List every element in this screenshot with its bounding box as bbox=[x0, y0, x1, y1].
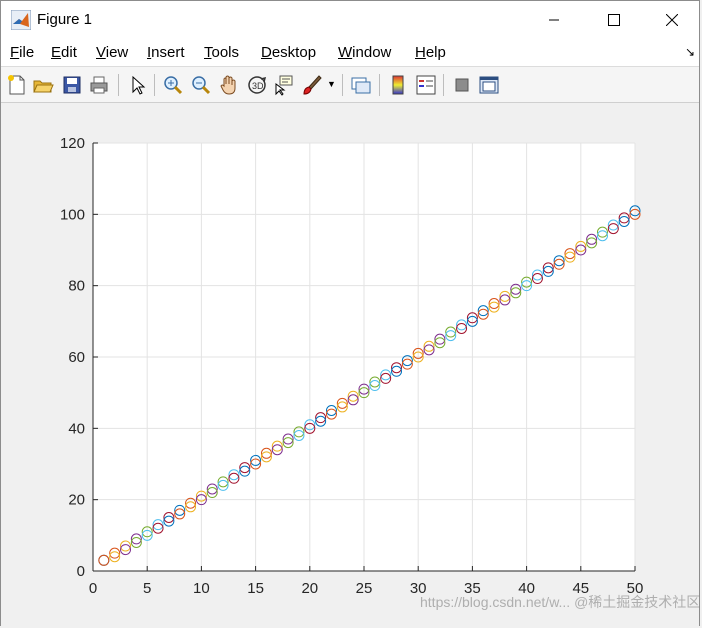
menu-edit[interactable]: Edit bbox=[51, 44, 77, 61]
hide-plot-tools-icon[interactable] bbox=[451, 74, 473, 96]
window-title: Figure 1 bbox=[37, 11, 93, 28]
y-tick-label: 100 bbox=[60, 206, 85, 223]
dock-arrow-icon[interactable]: ↘ bbox=[685, 45, 695, 59]
zoom-in-icon[interactable] bbox=[162, 74, 184, 96]
x-tick-label: 0 bbox=[89, 580, 97, 597]
menu-file[interactable]: File bbox=[10, 44, 34, 61]
menu-tools[interactable]: Tools bbox=[204, 44, 239, 61]
edit-plot-pointer-icon[interactable] bbox=[127, 74, 149, 96]
pan-hand-icon[interactable] bbox=[218, 74, 240, 96]
figure-toolbar: 3D ▼ bbox=[1, 67, 699, 103]
figure-canvas-area: 0 5 10 15 20 25 30 35 40 45 50 0 20 40 60 80 100 120 bbox=[1, 103, 699, 627]
show-plot-tools-icon[interactable] bbox=[478, 74, 500, 96]
link-plot-icon[interactable] bbox=[350, 74, 372, 96]
y-tick-label: 0 bbox=[77, 563, 85, 580]
menu-help[interactable]: Help bbox=[415, 44, 446, 61]
toolbar-separator bbox=[342, 74, 343, 96]
menu-insert[interactable]: Insert bbox=[147, 44, 185, 61]
minimize-icon bbox=[549, 19, 559, 21]
watermark-text: https://blog.csdn.net/w... @稀土掘金技术社区 bbox=[420, 594, 701, 610]
print-icon[interactable] bbox=[88, 74, 110, 96]
toolbar-separator bbox=[379, 74, 380, 96]
menu-bar: File Edit View Insert Tools Desktop Wind… bbox=[1, 39, 699, 67]
y-tick-label: 40 bbox=[68, 420, 85, 437]
minimize-button[interactable] bbox=[531, 1, 577, 39]
x-tick-label: 25 bbox=[356, 580, 373, 597]
maximize-icon bbox=[608, 14, 620, 26]
x-tick-label: 10 bbox=[193, 580, 210, 597]
toolbar-separator bbox=[443, 74, 444, 96]
toolbar-separator bbox=[118, 74, 119, 96]
y-tick-label: 60 bbox=[68, 349, 85, 366]
svg-text:3D: 3D bbox=[252, 81, 264, 91]
brush-icon[interactable] bbox=[301, 74, 323, 96]
maximize-button[interactable] bbox=[591, 1, 637, 39]
close-button[interactable] bbox=[649, 1, 695, 39]
toolbar-separator bbox=[154, 74, 155, 96]
y-tick-label: 80 bbox=[68, 278, 85, 295]
x-tick-label: 15 bbox=[247, 580, 264, 597]
menu-window[interactable]: Window bbox=[338, 44, 391, 61]
open-file-icon[interactable] bbox=[32, 74, 54, 96]
save-icon[interactable] bbox=[61, 74, 83, 96]
menu-view[interactable]: View bbox=[96, 44, 128, 61]
title-bar[interactable]: Figure 1 bbox=[1, 1, 699, 39]
y-tick-label: 20 bbox=[68, 492, 85, 509]
data-cursor-icon[interactable] bbox=[273, 74, 295, 96]
x-tick-label: 20 bbox=[301, 580, 318, 597]
matlab-logo-icon bbox=[11, 10, 31, 30]
zoom-out-icon[interactable] bbox=[190, 74, 212, 96]
rotate-3d-icon[interactable]: 3D bbox=[246, 74, 268, 96]
brush-dropdown-icon[interactable]: ▼ bbox=[327, 79, 336, 89]
colorbar-icon[interactable] bbox=[387, 74, 409, 96]
scatter-chart[interactable]: 0 5 10 15 20 25 30 35 40 45 50020406080100120 bbox=[1, 103, 701, 627]
new-figure-icon[interactable] bbox=[6, 74, 28, 96]
y-tick-label: 120 bbox=[60, 135, 85, 152]
x-tick-label: 5 bbox=[143, 580, 151, 597]
legend-icon[interactable] bbox=[415, 74, 437, 96]
menu-desktop[interactable]: Desktop bbox=[261, 44, 316, 61]
figure-window: Figure 1 File Edit View Insert Tools Des… bbox=[0, 0, 700, 627]
close-icon bbox=[666, 14, 678, 26]
